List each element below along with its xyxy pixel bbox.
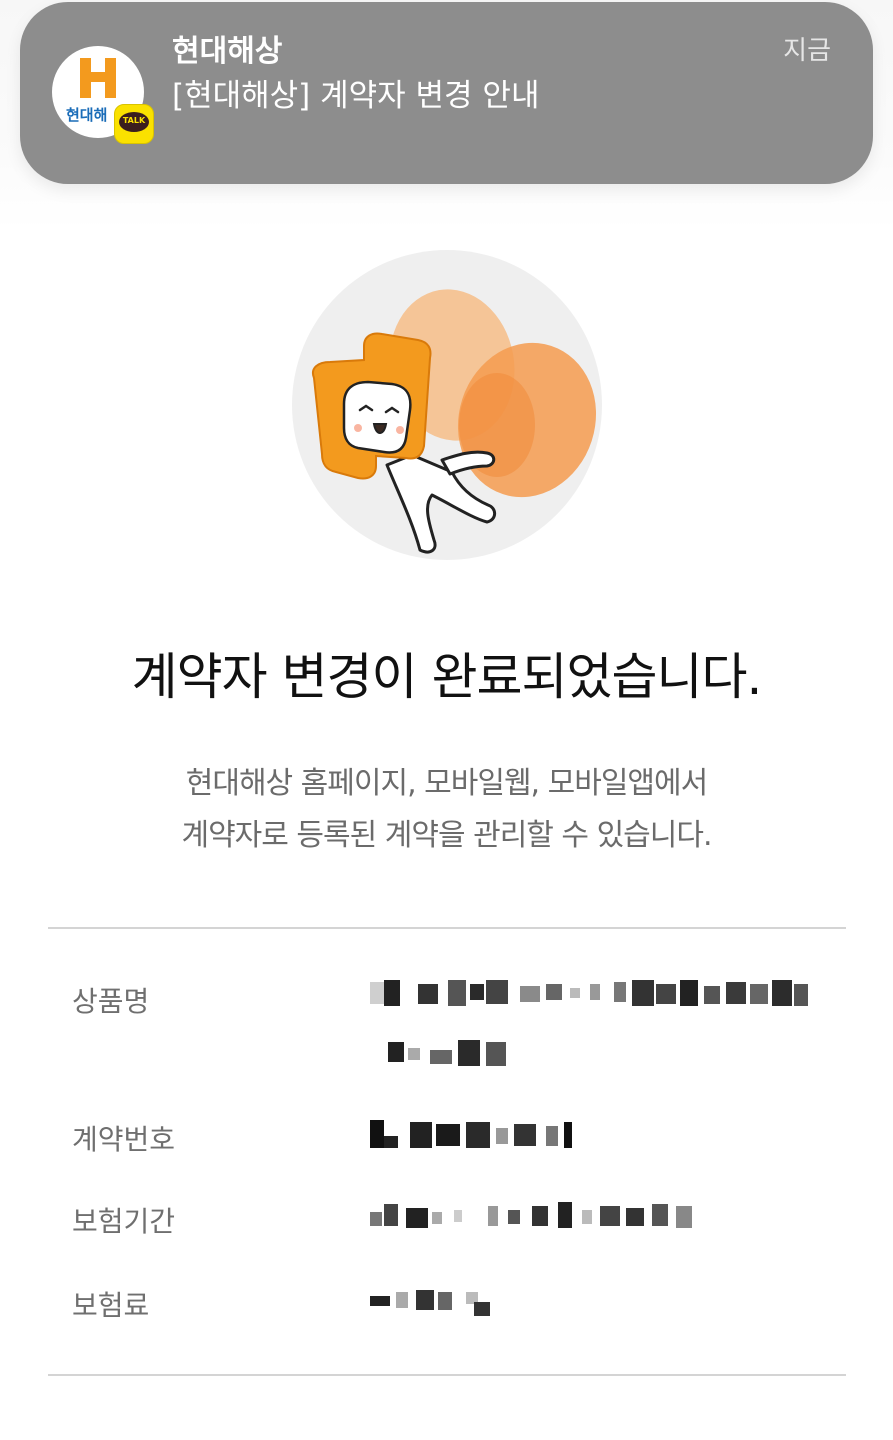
details-bottom-divider <box>48 1374 846 1376</box>
notification-sender: 현대해상 <box>172 34 283 69</box>
kakaotalk-badge-icon: TALK <box>114 104 154 144</box>
contract-number-label: 계약번호 <box>72 1123 176 1156</box>
character-illustration <box>292 250 602 560</box>
premium-label: 보험료 <box>72 1289 150 1322</box>
description-line-1: 현대해상 홈페이지, 모바일웹, 모바일앱에서 <box>185 766 708 801</box>
description-line-2: 계약자로 등록된 계약을 관리할 수 있습니다. <box>181 818 712 853</box>
completion-headline: 계약자 변경이 완료되었습니다. <box>131 648 763 706</box>
product-name-value-redacted <box>370 980 810 1070</box>
app-icon-brand-text: 현대해 <box>66 106 108 124</box>
notification-time: 지금 <box>783 36 831 66</box>
product-name-label: 상품명 <box>72 985 150 1018</box>
details-top-divider <box>48 927 846 929</box>
insurance-period-value-redacted <box>370 1202 700 1232</box>
contract-number-value-redacted <box>370 1120 580 1150</box>
h-logo-icon <box>80 58 116 98</box>
talk-badge-text: TALK <box>122 116 146 125</box>
notification-message: [현대해상] 계약자 변경 안내 <box>172 78 540 114</box>
message-screen: 현대해 TALK 현대해상 [현대해상] 계약자 변경 안내 지금 계약자 변경… <box>0 0 893 1440</box>
premium-value-redacted <box>370 1288 500 1318</box>
insurance-period-label: 보험기간 <box>72 1205 176 1238</box>
